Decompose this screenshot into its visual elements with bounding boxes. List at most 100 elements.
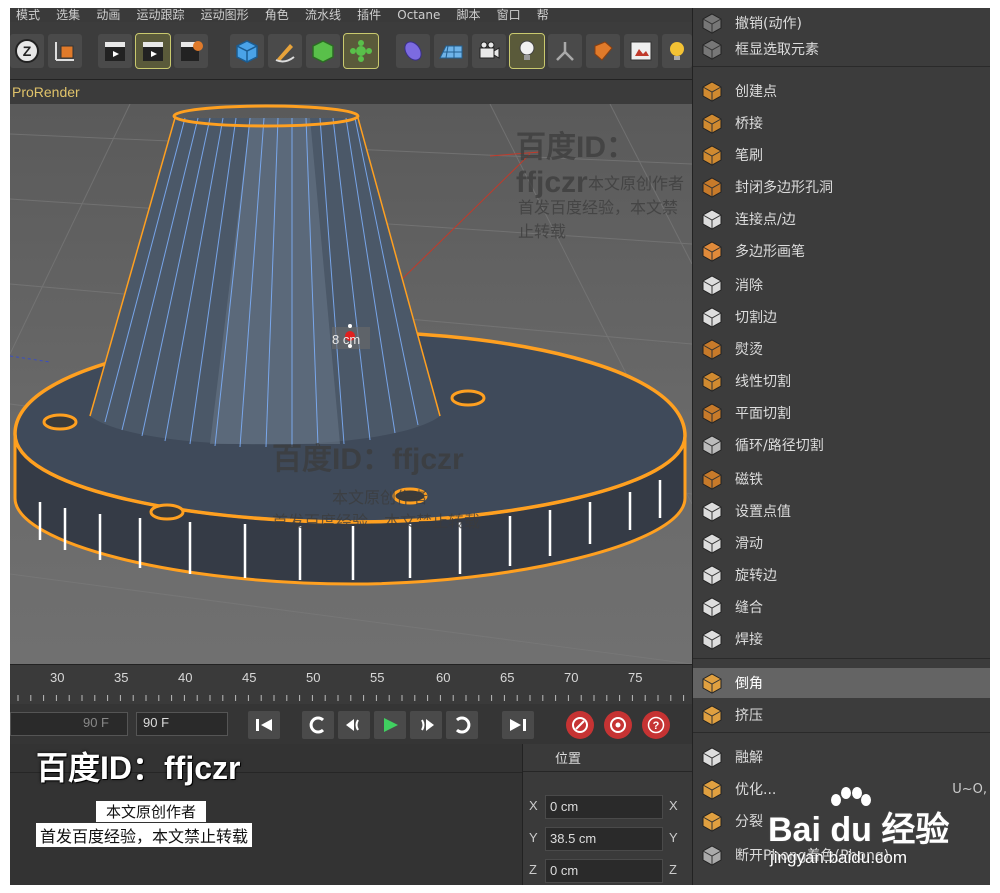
coord-row-z: Z 0 cm Z (523, 858, 693, 884)
menu-item-label: 缝合 (735, 600, 763, 616)
tick-label: 65 (500, 670, 515, 685)
menu-item-brush[interactable]: 笔刷 (693, 140, 990, 170)
menu-item-close-polygon-hole[interactable]: 封闭多边形孔洞 (693, 172, 990, 202)
menu-tracking[interactable]: 运动跟踪 (136, 8, 184, 22)
clapper-gear-icon (181, 41, 203, 61)
floor-button[interactable] (434, 34, 468, 68)
menu-item-stitch[interactable]: 缝合 (693, 592, 990, 622)
menu-item-dissolve[interactable]: 消除 (693, 270, 990, 300)
brush-icon (699, 142, 725, 168)
menu-item-melt[interactable]: 融解 (693, 742, 990, 772)
menu-item-plane-cut[interactable]: 平面切割 (693, 398, 990, 428)
menu-item-frame-selection[interactable]: 框显选取元素 (693, 34, 990, 64)
record-button[interactable] (566, 711, 594, 739)
create-point-icon (699, 78, 725, 104)
break-phong-icon (699, 842, 725, 868)
watermark-line2: 首发百度经验，本文禁止转载 (36, 823, 253, 847)
viewport-header[interactable]: ProRender (10, 80, 692, 104)
menu-separator (693, 732, 990, 733)
position-x-field[interactable]: 0 cm (545, 795, 663, 819)
auto-key-button[interactable] (604, 711, 632, 739)
menu-plugins[interactable]: 插件 (357, 8, 381, 22)
skip-end-icon (510, 719, 526, 731)
menu-item-loop-cut[interactable]: 循环/路径切割 (693, 430, 990, 460)
3d-viewport[interactable]: 8 cm 百度ID：ffjczr 本文原创作者 首发百度经验，本文禁止转载 百度… (10, 104, 692, 664)
position-y-field[interactable]: 38.5 cm (545, 827, 663, 851)
previous-key-button[interactable] (302, 711, 334, 739)
undo-icon (699, 10, 725, 36)
menu-item-set-point-value[interactable]: 设置点值 (693, 496, 990, 526)
position-z-field[interactable]: 0 cm (545, 859, 663, 883)
cloner-icon (350, 40, 372, 62)
render-picture-viewer-button[interactable] (135, 33, 171, 69)
axis-label: X (529, 798, 538, 813)
end-frame-field[interactable]: 90 F (10, 712, 128, 736)
menu-script[interactable]: 脚本 (456, 8, 480, 22)
menu-window[interactable]: 窗口 (497, 8, 521, 22)
viewport-scene: 8 cm (10, 104, 692, 664)
loop-cut-icon (699, 432, 725, 458)
menu-item-spin-edge[interactable]: 旋转边 (693, 560, 990, 590)
world-coordinate-icon (55, 42, 74, 61)
light-button[interactable] (509, 33, 545, 69)
menu-item-extrude[interactable]: 挤压 (693, 700, 990, 730)
menu-item-weld[interactable]: 焊接 (693, 624, 990, 654)
polygon-pen-icon (699, 238, 725, 264)
z-axis-lock-button[interactable]: Z (10, 34, 44, 68)
menu-item-line-cut[interactable]: 线性切割 (693, 366, 990, 396)
menu-item-bevel[interactable]: 倒角 (693, 668, 990, 698)
play-button[interactable] (374, 711, 406, 739)
menu-item-label: 倒角 (735, 676, 763, 692)
menu-item-bridge[interactable]: 桥接 (693, 108, 990, 138)
menu-item-edge-cut[interactable]: 切割边 (693, 302, 990, 332)
menu-item-label: 焊接 (735, 632, 763, 648)
deformer-button[interactable] (396, 34, 430, 68)
clapper-icon (105, 42, 125, 61)
question-icon: ? (647, 716, 665, 734)
menu-pipeline[interactable]: 流水线 (305, 8, 341, 22)
menu-mode[interactable]: 模式 (16, 8, 40, 22)
render-view-button[interactable] (98, 34, 132, 68)
menu-mograph[interactable]: 运动图形 (201, 8, 249, 22)
go-to-end-button[interactable] (502, 711, 534, 739)
joint-button[interactable] (548, 34, 582, 68)
melt-icon (699, 744, 725, 770)
menu-help[interactable]: 帮 (537, 8, 549, 22)
timeline-ruler[interactable]: 30 35 40 45 50 55 60 65 70 75 (10, 664, 692, 704)
more-toolbar-button[interactable] (662, 34, 692, 68)
svg-text:?: ? (653, 720, 660, 732)
menu-item-polygon-pen[interactable]: 多边形画笔 (693, 236, 990, 266)
max-frame-field[interactable]: 90 F (136, 712, 228, 736)
menu-character[interactable]: 角色 (265, 8, 289, 22)
cube-button[interactable] (230, 34, 264, 68)
subdivision-button[interactable] (306, 34, 340, 68)
menu-item-iron[interactable]: 熨烫 (693, 334, 990, 364)
next-frame-button[interactable] (410, 711, 442, 739)
camera-button[interactable] (472, 34, 506, 68)
picture-viewer-button[interactable] (624, 34, 658, 68)
previous-frame-button[interactable] (338, 711, 370, 739)
bulb-yellow-icon (670, 42, 684, 60)
menu-item-create-point[interactable]: 创建点 (693, 76, 990, 106)
menu-item-connect[interactable]: 连接点/边 (693, 204, 990, 234)
pen-button[interactable] (268, 34, 302, 68)
array-button[interactable] (343, 33, 379, 69)
spin-edge-icon (699, 562, 725, 588)
tag-button[interactable] (586, 34, 620, 68)
menu-animate[interactable]: 动画 (96, 8, 120, 22)
next-key-button[interactable] (446, 711, 478, 739)
menu-item-label: 桥接 (735, 116, 763, 132)
menu-item-magnet[interactable]: 磁铁 (693, 464, 990, 494)
keyframe-help-button[interactable]: ? (642, 711, 670, 739)
go-to-start-button[interactable] (248, 711, 280, 739)
cone-object[interactable] (89, 104, 441, 448)
menu-item-label: 线性切割 (735, 374, 791, 390)
baidu-url: jingyan.baidu.com (770, 848, 908, 867)
coordinates-panel: 位置 X 0 cm X Y 38.5 cm Y Z 0 cm Z (522, 744, 692, 885)
menu-octane[interactable]: Octane (397, 8, 440, 22)
menu-item-slide[interactable]: 滑动 (693, 528, 990, 558)
menu-select[interactable]: 选集 (56, 8, 80, 22)
render-settings-button[interactable] (174, 34, 208, 68)
clapper-icon (143, 42, 163, 61)
coordinate-system-button[interactable] (48, 34, 82, 68)
